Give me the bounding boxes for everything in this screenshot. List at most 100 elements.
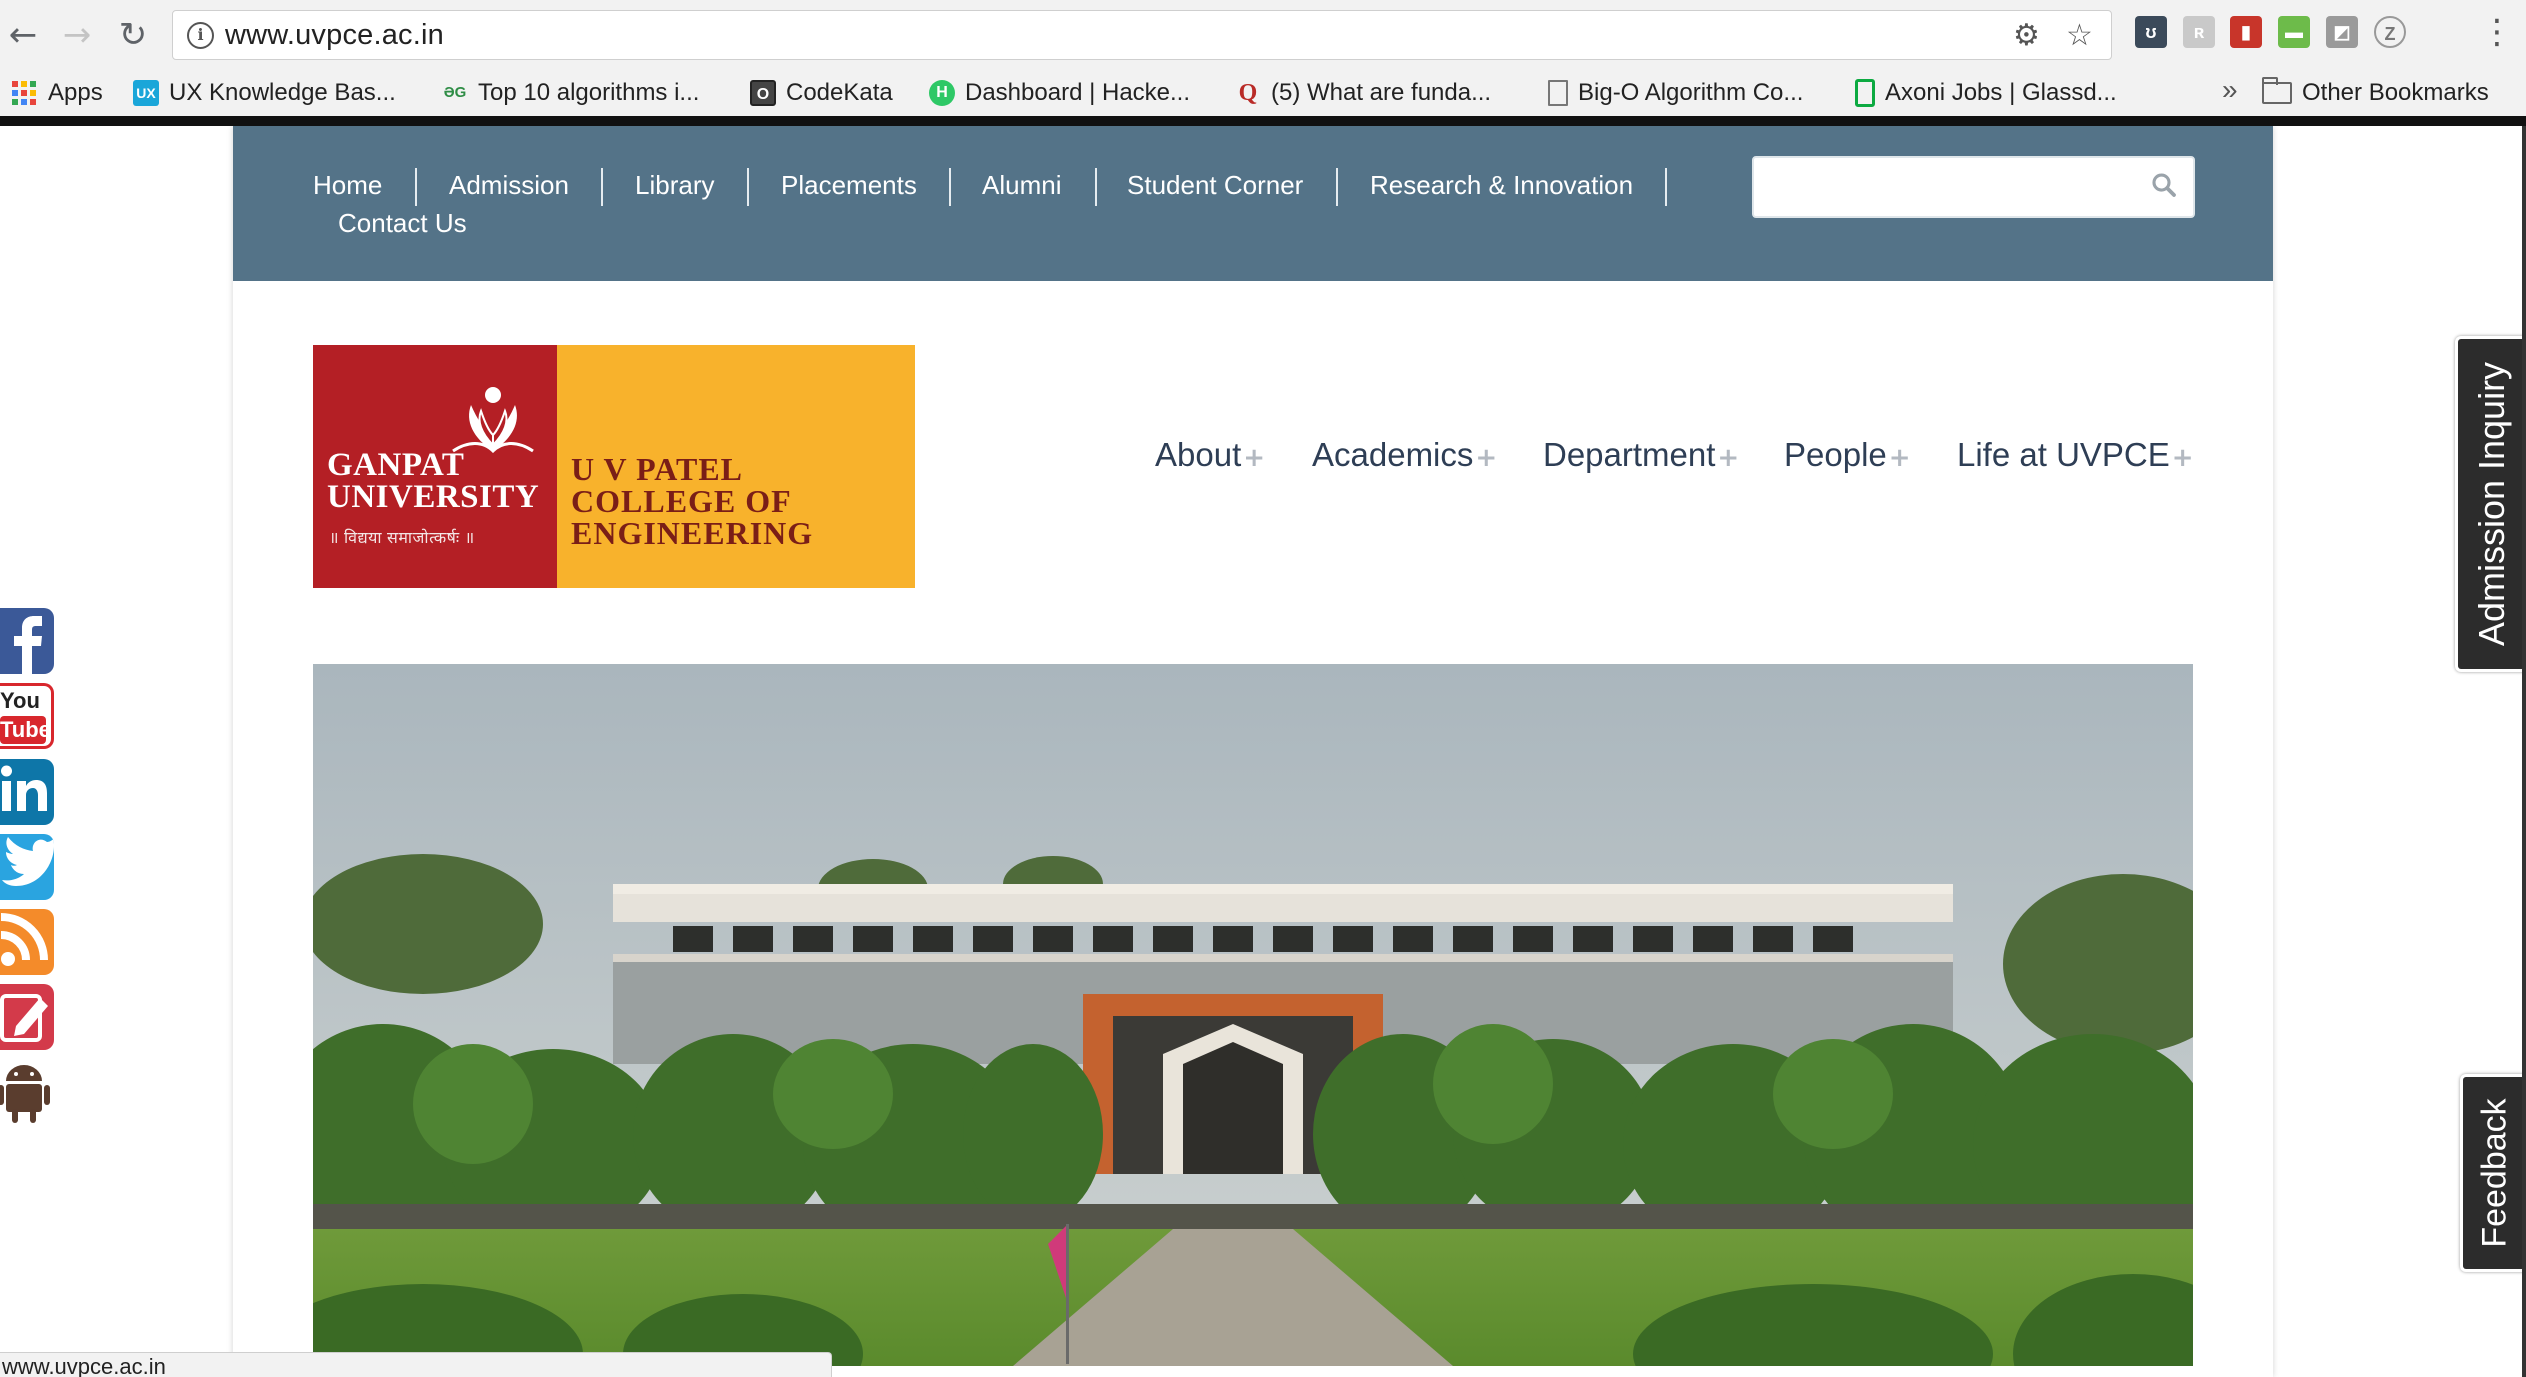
bookmark-apps[interactable]: Apps xyxy=(12,76,103,110)
toolbar-divider xyxy=(0,116,2526,126)
bookmark-top-10-algorithms[interactable]: ƏG Top 10 algorithms i... xyxy=(442,76,700,110)
linkedin-link[interactable] xyxy=(0,759,54,825)
feedback-label: Feedback xyxy=(2475,1098,2513,1248)
reload-button[interactable]: ↻ xyxy=(110,12,156,58)
bookmark-big-o[interactable]: Big-O Algorithm Co... xyxy=(1548,76,1803,110)
top-navigation: Home Admission Library Placements Alumni… xyxy=(233,126,2273,281)
topnav-student-corner[interactable]: Student Corner xyxy=(1127,170,1303,201)
address-bar[interactable]: i www.uvpce.ac.in ⚙ ☆ xyxy=(172,10,2112,60)
android-link[interactable] xyxy=(0,1059,54,1125)
topnav-home[interactable]: Home xyxy=(313,170,382,201)
translate-icon[interactable]: ⚙ xyxy=(2013,17,2040,55)
bookmark-hackerrank[interactable]: H Dashboard | Hacke... xyxy=(929,76,1190,110)
bookmark-ux-knowledge[interactable]: UX UX Knowledge Bas... xyxy=(133,76,396,110)
logo-university-name: GANPAT UNIVERSITY xyxy=(327,447,540,515)
bookmark-quora[interactable]: Q (5) What are funda... xyxy=(1235,76,1491,110)
topnav-library[interactable]: Library xyxy=(635,170,714,201)
plus-icon: + xyxy=(1243,443,1266,473)
glassdoor-icon xyxy=(1855,79,1875,107)
page-container: Home Admission Library Placements Alumni… xyxy=(233,126,2273,1377)
extension-icon-2[interactable]: ʀ xyxy=(2183,16,2215,48)
youtube-icon: You Tube xyxy=(0,683,54,749)
menu-life-at-uvpce[interactable]: Life at UVPCE+ xyxy=(1957,436,2194,474)
university-emblem-icon xyxy=(452,387,534,453)
divider xyxy=(949,168,951,206)
bookmark-label: Axoni Jobs | Glassd... xyxy=(1885,79,2117,106)
facebook-icon xyxy=(0,608,54,674)
extension-icon-6[interactable]: Z xyxy=(2374,16,2406,48)
extension-icon-5[interactable]: ◩ xyxy=(2326,16,2358,48)
bookmark-label: Apps xyxy=(48,79,103,106)
bookmark-axoni-jobs[interactable]: Axoni Jobs | Glassd... xyxy=(1855,76,2117,110)
youtube-you-text: You xyxy=(0,688,40,713)
youtube-tube-text: Tube xyxy=(0,716,51,744)
rss-icon xyxy=(0,909,54,975)
url-text[interactable]: www.uvpce.ac.in xyxy=(225,19,444,52)
topnav-contact-us[interactable]: Contact Us xyxy=(338,208,467,239)
logo-university-block: GANPAT UNIVERSITY ॥ विद्यया समाजोत्कर्षः … xyxy=(313,345,557,588)
status-bar: www.uvpce.ac.in xyxy=(0,1352,832,1377)
menu-department[interactable]: Department+ xyxy=(1543,436,1739,474)
android-icon xyxy=(0,1059,54,1125)
youtube-link[interactable]: You Tube xyxy=(0,683,54,749)
logo-motto: ॥ विद्यया समाजोत्कर्षः ॥ xyxy=(329,530,475,547)
topnav-research-innovation[interactable]: Research & Innovation xyxy=(1370,170,1633,201)
divider xyxy=(747,168,749,206)
blog-link[interactable] xyxy=(0,984,54,1050)
linkedin-icon xyxy=(0,759,54,825)
more-bookmarks-button[interactable]: » xyxy=(2222,74,2238,106)
twitter-link[interactable] xyxy=(0,834,54,900)
feedback-tab[interactable]: Feedback xyxy=(2460,1074,2526,1272)
bookmark-label: UX Knowledge Bas... xyxy=(169,79,396,106)
menu-people[interactable]: People+ xyxy=(1784,436,1911,474)
codekata-icon: O xyxy=(750,80,776,106)
topnav-admission[interactable]: Admission xyxy=(449,170,569,201)
plus-icon: + xyxy=(1888,443,1911,473)
quora-icon: Q xyxy=(1238,80,1258,106)
plus-icon: + xyxy=(2171,443,2194,473)
extension-icon-4[interactable]: ▬ xyxy=(2278,16,2310,48)
blog-icon xyxy=(0,984,54,1050)
page-icon xyxy=(1548,80,1568,106)
plus-icon: + xyxy=(1475,443,1498,473)
bookmark-label: Big-O Algorithm Co... xyxy=(1578,79,1804,106)
info-icon[interactable]: i xyxy=(187,22,214,49)
topnav-placements[interactable]: Placements xyxy=(781,170,917,201)
divider xyxy=(1665,168,1667,206)
logo-college-name: U V PATEL COLLEGE OF ENGINEERING xyxy=(571,451,814,551)
search-icon[interactable] xyxy=(2149,170,2179,200)
window-edge xyxy=(2522,126,2526,1377)
divider xyxy=(601,168,603,206)
logo-college-block: U V PATEL COLLEGE OF ENGINEERING xyxy=(557,345,915,588)
back-button[interactable]: ← xyxy=(0,12,46,58)
topnav-alumni[interactable]: Alumni xyxy=(982,170,1061,201)
bookmark-label: (5) What are funda... xyxy=(1271,79,1492,106)
status-url: www.uvpce.ac.in xyxy=(2,1354,166,1377)
extension-icon-1[interactable]: ʊ xyxy=(2135,16,2167,48)
facebook-link[interactable] xyxy=(0,608,54,674)
bookmark-label: CodeKata xyxy=(786,79,893,106)
menu-about[interactable]: About+ xyxy=(1155,436,1265,474)
extension-icon-3[interactable]: ▮ xyxy=(2230,16,2262,48)
menu-label: Department xyxy=(1543,436,1716,473)
browser-toolbar: ← → ↻ i www.uvpce.ac.in ⚙ ☆ ʊ ʀ ▮ ▬ ◩ Z … xyxy=(0,0,2526,70)
other-bookmarks[interactable]: Other Bookmarks xyxy=(2262,76,2489,110)
bookmark-codekata[interactable]: O CodeKata xyxy=(750,76,893,110)
browser-menu-icon[interactable]: ⋮ xyxy=(2480,12,2514,52)
bookmark-label: Top 10 algorithms i... xyxy=(478,79,700,106)
twitter-icon xyxy=(0,834,54,900)
search-input[interactable] xyxy=(1752,156,2195,218)
forward-button[interactable]: → xyxy=(54,12,100,58)
hackerrank-icon: H xyxy=(929,80,955,106)
college-logo[interactable]: GANPAT UNIVERSITY ॥ विद्यया समाजोत्कर्षः … xyxy=(313,345,915,588)
bookmarks-bar: Apps UX UX Knowledge Bas... ƏG Top 10 al… xyxy=(0,70,2526,116)
divider xyxy=(1095,168,1097,206)
star-bookmark-icon[interactable]: ☆ xyxy=(2066,17,2093,55)
admission-inquiry-tab[interactable]: Admission Inquiry xyxy=(2455,336,2526,672)
menu-academics[interactable]: Academics+ xyxy=(1312,436,1497,474)
rss-link[interactable] xyxy=(0,909,54,975)
campus-hero-image xyxy=(313,664,2193,1366)
plus-icon: + xyxy=(1717,443,1740,473)
menu-label: People xyxy=(1784,436,1887,473)
campus-building-illustration xyxy=(313,664,2193,1366)
